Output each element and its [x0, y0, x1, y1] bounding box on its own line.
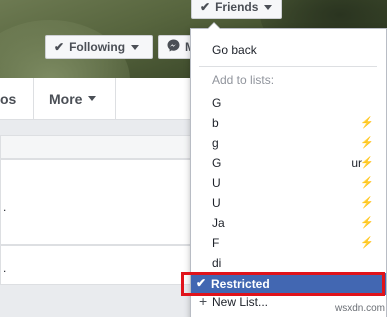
smart-list-icon: ⚡: [360, 157, 374, 169]
menu-divider: [199, 66, 377, 67]
list-item-label: G: [212, 96, 222, 110]
list-item[interactable]: g ⚡: [191, 132, 386, 154]
add-to-lists-heading: Add to lists:: [212, 73, 275, 87]
chevron-down-icon: [131, 44, 140, 50]
friends-label: Friends: [215, 0, 259, 14]
tab-photos[interactable]: os: [0, 78, 34, 119]
list-item[interactable]: G: [191, 92, 386, 114]
list-item-label: di: [212, 256, 222, 270]
chevron-down-icon: [88, 96, 97, 101]
chevron-down-icon: [264, 4, 273, 10]
go-back-menu-item[interactable]: Go back: [191, 39, 386, 61]
list-item-label: U: [212, 196, 221, 210]
list-item-label: g: [212, 136, 219, 150]
friends-button[interactable]: ✔ Friends: [191, 0, 282, 19]
card-text: .: [3, 200, 7, 214]
new-list-label: New List...: [212, 295, 269, 309]
smart-list-icon: ⚡: [360, 137, 374, 149]
smart-list-icon: ⚡: [360, 197, 374, 209]
list-item[interactable]: U ⚡: [191, 192, 386, 214]
card-text: .: [3, 261, 7, 275]
smart-list-icon: ⚡: [360, 237, 374, 249]
watermark: wsxdn.com: [335, 303, 386, 314]
following-label: Following: [69, 40, 126, 54]
tab-more-label: More: [49, 90, 83, 107]
list-item-label: F: [212, 236, 220, 250]
smart-list-icon: ⚡: [360, 177, 374, 189]
messenger-icon: [167, 39, 180, 55]
following-button[interactable]: ✔ Following: [45, 35, 153, 59]
list-item[interactable]: Ja ⚡: [191, 212, 386, 234]
list-item[interactable]: G ur ⚡: [191, 152, 386, 174]
list-item[interactable]: di: [191, 252, 386, 274]
tab-photos-label: os: [0, 90, 17, 107]
smart-list-icon: ⚡: [360, 117, 374, 129]
list-item-label: b: [212, 116, 219, 130]
smart-list-icon: ⚡: [360, 217, 374, 229]
highlight-annotation-box: [181, 272, 385, 296]
list-item-label: U: [212, 176, 221, 190]
check-icon: ✔: [54, 40, 65, 54]
list-item[interactable]: U ⚡: [191, 172, 386, 194]
list-item-label: Ja: [212, 216, 225, 230]
list-item[interactable]: F ⚡: [191, 232, 386, 254]
list-item-label: G: [212, 156, 222, 170]
tab-more[interactable]: More: [34, 78, 116, 119]
check-icon: ✔: [200, 0, 211, 14]
list-item[interactable]: b ⚡: [191, 112, 386, 134]
go-back-label: Go back: [212, 43, 257, 57]
